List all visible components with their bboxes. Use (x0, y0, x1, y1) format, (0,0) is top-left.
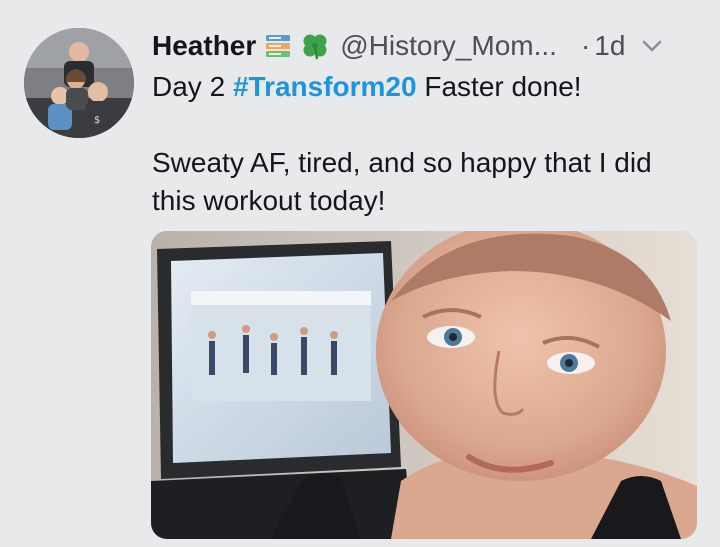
timestamp[interactable]: 1d (594, 30, 625, 62)
display-name[interactable]: Heather (152, 30, 256, 62)
hashtag-link[interactable]: #Transform20 (233, 71, 417, 102)
tweet-text: Day 2 #Transform20 Faster done! Sweaty A… (152, 68, 697, 220)
separator-dot: · (580, 30, 591, 61)
family-photo: $ (24, 28, 134, 138)
text-day: Day 2 (152, 71, 233, 102)
avatar[interactable]: $ (24, 28, 134, 138)
shamrock-emoji (300, 31, 330, 61)
svg-text:$: $ (94, 115, 100, 126)
tweet-text-line1: Day 2 #Transform20 Faster done! (152, 68, 697, 106)
text-faster-done: Faster done! (416, 71, 582, 102)
handle[interactable]: @History_Mom... (340, 30, 557, 62)
chevron-down-icon[interactable] (641, 39, 663, 53)
tweet-header: Heather @History_Mom... · 1d (152, 28, 700, 64)
tweet[interactable]: $ Heather @History_Mom... · 1d Day 2 #Tr… (0, 0, 720, 547)
books-icon (266, 35, 291, 57)
tweet-text-paragraph2: Sweaty AF, tired, and so happy that I di… (152, 147, 652, 216)
tweet-photo[interactable] (151, 231, 697, 539)
books-emoji (264, 32, 292, 60)
shamrock-icon (303, 34, 327, 60)
selfie-with-laptop-image (151, 231, 697, 539)
